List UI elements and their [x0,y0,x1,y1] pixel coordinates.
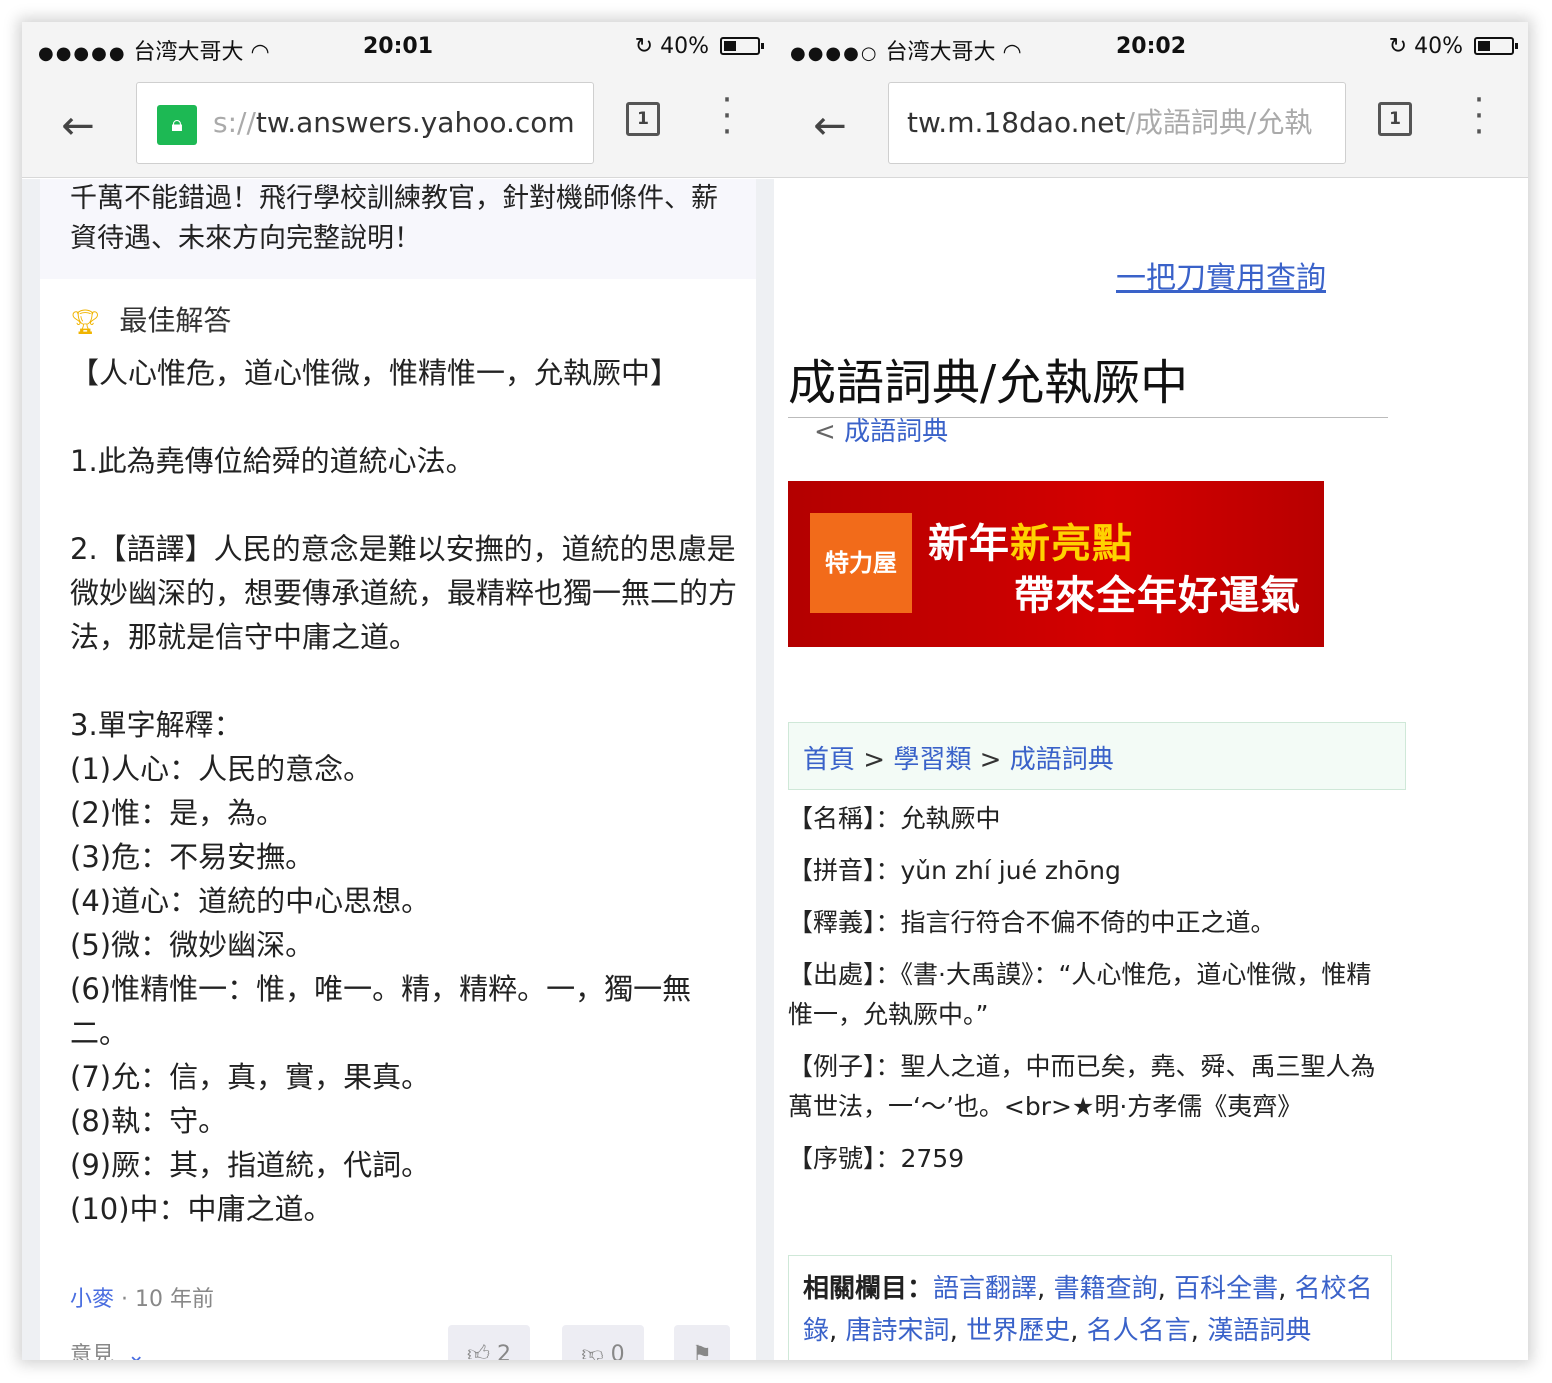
info-serial: 【序號】：2759 [788,1144,965,1173]
like-count: 2 [497,1342,511,1360]
lock-icon: 🔒︎ [157,105,197,145]
tab-switcher-button[interactable]: 1 [626,102,660,136]
battery-icon [1474,37,1518,55]
answer-card: 千萬不能錯過！飛行學校訓練教官，針對機師條件、薪資待遇、未來方向完整說明！ 🏆︎… [40,179,756,1360]
page-content: 一把刀實用查詢 成語詞典/允執厥中 < 成語詞典 特力屋 新年新亮點 帶來全年好… [774,179,1528,1360]
answer-body: 【人心惟危，道心惟微，惟精惟一，允執厥中】 1.此為堯傳位給舜的道統心法。 2.【語… [70,351,740,1231]
answer-line: (9)厥：其，指道統，代詞。 [70,1148,431,1182]
battery-percent: 40% [1414,34,1463,59]
related-label: 相關欄目： [803,1274,934,1304]
related-sections: 相關欄目：語言翻譯, 書籍查詢, 百科全書, 名校名錄, 唐詩宋詞, 世界歷史,… [788,1255,1392,1360]
breadcrumb-separator: > [979,745,1002,775]
screenshot-frame: ●●●●● 台湾大哥大 ◠ 20:01 ↻ 40% ← 🔒︎ s://tw.an… [22,22,1528,1360]
answer-line: 1.此為堯傳位給舜的道統心法。 [70,444,475,478]
answer-line: (10)中：中庸之道。 [70,1192,333,1226]
info-source: 【出處】：《書·大禹謨》：“人心惟危，道心惟微，惟精惟一，允執厥中。” [788,960,1372,1029]
promo-text[interactable]: 千萬不能錯過！飛行學校訓練教官，針對機師條件、薪資待遇、未來方向完整說明！ [40,179,756,279]
url-scheme: s:// [213,106,256,139]
related-link[interactable]: 百科全書 [1174,1274,1278,1304]
idiom-info: 【名稱】：允執厥中 【拼音】：yǔn zhí jué zhōng 【釋義】：指言… [788,799,1388,1191]
left-phone-screen: ●●●●● 台湾大哥大 ◠ 20:01 ↻ 40% ← 🔒︎ s://tw.an… [22,22,774,1360]
breadcrumb-learning[interactable]: 學習類 [893,745,971,775]
browser-toolbar: ← 🔒︎ s://tw.answers.yahoo.com 1 · · · [22,74,774,178]
url-bar[interactable]: 🔒︎ s://tw.answers.yahoo.com [136,82,594,164]
url-host: tw.answers.yahoo.com [255,106,575,139]
answer-line: (3)危：不易安撫。 [70,840,315,874]
battery-percent: 40% [660,34,709,59]
status-bar: ●●●●○ 台湾大哥大 ◠ 20:02 ↻ 40% [774,22,1528,74]
answer-line: (5)微：微妙幽深。 [70,928,315,962]
banner-text-a: 新年 [928,521,1010,567]
url-path: /成語詞典/允執 [1125,106,1313,139]
dictionary-link[interactable]: 成語詞典 [844,417,948,447]
thumbs-down-icon: 👎︎ [581,1342,604,1360]
related-link[interactable]: 世界歷史 [966,1316,1070,1346]
browser-toolbar: ← tw.m.18dao.net/成語詞典/允執 1 · · · [774,74,1528,178]
rotation-lock-icon: ↻ [1388,34,1408,59]
related-link[interactable]: 漢語詞典 [1207,1316,1311,1346]
answer-time: · 10 年前 [121,1287,214,1312]
answer-line: (6)惟精惟一：惟，唯一。精，精粹。一，獨一無二。 [70,972,692,1050]
page-content: 千萬不能錯過！飛行學校訓練教官，針對機師條件、薪資待遇、未來方向完整說明！ 🏆︎… [22,179,774,1360]
answer-line: (1)人心：人民的意念。 [70,752,373,786]
right-phone-screen: ●●●●○ 台湾大哥大 ◠ 20:02 ↻ 40% ← tw.m.18dao.n… [774,22,1528,1360]
breadcrumb-separator: > [863,745,886,775]
info-meaning: 【釋義】：指言行符合不偏不倚的中正之道。 [788,908,1276,937]
banner-text-c: 帶來全年好運氣 [1014,573,1301,619]
author-link[interactable]: 小麥 [70,1287,114,1312]
banner-text-b: 新亮點 [1010,521,1133,567]
report-button[interactable]: ⚑ [674,1325,730,1360]
flag-icon: ⚑ [692,1342,712,1360]
answer-line: (8)執：守。 [70,1104,228,1138]
info-pinyin: 【拼音】：yǔn zhí jué zhōng [788,856,1121,885]
related-link[interactable]: 語言翻譯 [933,1274,1037,1304]
opinion-label: 意見 [70,1343,115,1360]
related-link[interactable]: 唐詩宋詞 [846,1316,950,1346]
breadcrumb: 首頁 > 學習類 > 成語詞典 [788,722,1406,790]
back-arrow-icon[interactable]: ← [52,100,104,152]
url-bar[interactable]: tw.m.18dao.net/成語詞典/允執 [888,82,1346,164]
chevron-down-icon: ⌄ [127,1343,146,1360]
back-to-dictionary[interactable]: < 成語詞典 [814,411,948,448]
answer-spacer [70,659,740,703]
best-answer-heading: 🏆︎ 最佳解答 [70,299,231,339]
answer-line: 【人心惟危，道心惟微，惟精惟一，允執厥中】 [70,356,680,390]
trophy-icon: 🏆︎ [70,308,101,336]
page-title: 成語詞典/允執厥中 [788,343,1388,418]
rotation-lock-icon: ↻ [634,34,654,59]
answer-meta: 小麥 · 10 年前 [70,1281,214,1313]
back-arrow-icon[interactable]: ← [804,100,856,152]
info-example: 【例子】：聖人之道，中而已矣，堯、舜、禹三聖人為萬世法，一‘～’也。<br>★明… [788,1052,1376,1121]
answer-line: 3.單字解釋： [70,708,243,742]
ad-banner[interactable]: 特力屋 新年新亮點 帶來全年好運氣 [788,481,1324,647]
dislike-button[interactable]: 👎︎ 0 [562,1325,644,1360]
like-button[interactable]: 👍︎ 2 [448,1325,530,1360]
answer-line: 2.【語譯】人民的意念是難以安撫的，道統的思慮是微妙幽深的，想要傳承道統，最精粹… [70,532,738,654]
answer-spacer [70,483,740,527]
url-host: tw.m.18dao.net [907,106,1126,139]
thumbs-up-icon: 👍︎ [467,1342,490,1360]
answer-line: (2)惟：是，為。 [70,796,286,830]
tab-switcher-button[interactable]: 1 [1378,102,1412,136]
breadcrumb-home[interactable]: 首頁 [803,745,855,775]
best-answer-label: 最佳解答 [119,304,232,337]
answer-line: (4)道心：道統的中心思想。 [70,884,431,918]
breadcrumb-dictionary[interactable]: 成語詞典 [1010,745,1114,775]
back-chevron: < [814,417,845,447]
site-home-link[interactable]: 一把刀實用查詢 [774,253,1528,297]
related-link[interactable]: 書籍查詢 [1054,1274,1158,1304]
brand-logo: 特力屋 [810,513,912,613]
answer-spacer [70,395,740,439]
info-name: 【名稱】：允執厥中 [788,804,1001,833]
opinion-toggle[interactable]: 意見 ⌄ [70,1337,145,1360]
related-link[interactable]: 名人名言 [1087,1316,1191,1346]
battery-icon [720,37,764,55]
answer-line: (7)允：信，真，實，果真。 [70,1060,431,1094]
status-bar: ●●●●● 台湾大哥大 ◠ 20:01 ↻ 40% [22,22,774,74]
dislike-count: 0 [610,1342,625,1360]
overflow-menu-icon[interactable]: · · · [712,83,742,149]
overflow-menu-icon[interactable]: · · · [1464,83,1494,149]
